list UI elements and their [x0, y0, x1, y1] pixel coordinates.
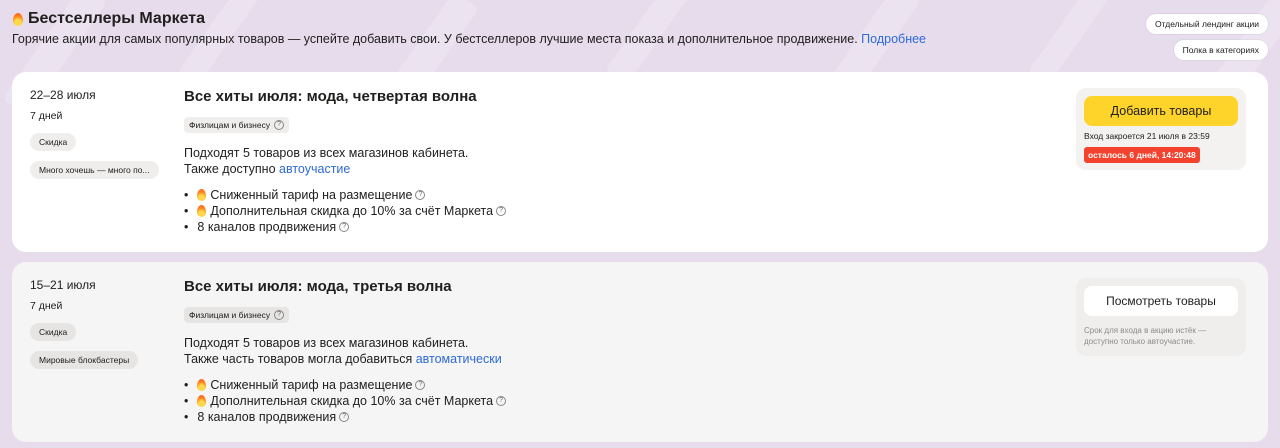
promo-duration: 7 дней	[30, 300, 63, 312]
help-icon[interactable]: ?	[496, 396, 507, 406]
flame-icon	[12, 12, 24, 27]
promo-tag: Скидка	[30, 133, 77, 151]
benefit-label: Дополнительная скидка до 10% за счёт Мар…	[210, 204, 494, 218]
promo-dates: 15–21 июля	[30, 278, 96, 292]
promo-info: Все хиты июля: мода, третья волна Физлиц…	[184, 278, 884, 425]
page-subtitle: Горячие акции для самых популярных товар…	[12, 32, 1012, 46]
flame-icon	[197, 188, 207, 202]
benefit-label: Дополнительная скидка до 10% за счёт Мар…	[210, 394, 494, 408]
category-shelf-button[interactable]: Полка в категориях	[1173, 40, 1268, 60]
promo-description: Подходят 5 товаров из всех магазинов каб…	[184, 145, 884, 177]
audience-badge: Физлицам и бизнесу ?	[184, 307, 290, 323]
entry-expired-note: Срок для входа в акцию истёк — доступно …	[1084, 326, 1207, 346]
benefit-label: Сниженный тариф на размещение	[210, 378, 413, 392]
promo-info: Все хиты июля: мода, четвертая волна Физ…	[184, 88, 884, 235]
benefit-item: Сниженный тариф на размещение ?	[184, 187, 884, 203]
autoparticipation-link[interactable]: автоучастие	[279, 162, 350, 176]
promo-action-panel: Посмотреть товары Срок для входа в акцию…	[1076, 278, 1246, 356]
description-line: Также часть товаров могла добавиться авт…	[184, 351, 884, 367]
benefit-label: 8 каналов продвижения	[197, 410, 337, 424]
promo-duration: 7 дней	[30, 110, 63, 122]
promo-title: Все хиты июля: мода, четвертая волна	[184, 88, 477, 105]
entry-deadline: Вход закроется 21 июля в 23:59	[1084, 131, 1210, 141]
benefit-label: 8 каналов продвижения	[197, 220, 337, 234]
promo-tag: Много хочешь — много по...	[30, 161, 159, 179]
promo-tag: Мировые блокбастеры	[30, 351, 139, 369]
help-icon[interactable]: ?	[496, 206, 507, 216]
side-buttons: Отдельный лендинг акции Полка в категори…	[1146, 14, 1268, 60]
view-products-button[interactable]: Посмотреть товары	[1084, 286, 1238, 316]
help-icon[interactable]: ?	[274, 120, 285, 130]
promo-meta: 15–21 июля 7 дней Скидка Мировые блокбас…	[30, 278, 180, 369]
help-icon[interactable]: ?	[415, 190, 426, 200]
benefit-item: Дополнительная скидка до 10% за счёт Мар…	[184, 393, 884, 409]
help-icon[interactable]: ?	[274, 310, 285, 320]
audience-label: Физлицам и бизнесу	[189, 310, 271, 320]
description-line: Также доступно автоучастие	[184, 161, 884, 177]
benefits-list: Сниженный тариф на размещение ? Дополнит…	[184, 377, 884, 425]
auto-added-link[interactable]: автоматически	[416, 352, 502, 366]
promo-dates: 22–28 июля	[30, 88, 96, 102]
flame-icon	[197, 378, 207, 392]
promo-action-panel: Добавить товары Вход закроется 21 июля в…	[1076, 88, 1246, 170]
help-icon[interactable]: ?	[415, 380, 426, 390]
audience-label: Физлицам и бизнесу	[189, 120, 271, 130]
audience-badge: Физлицам и бизнесу ?	[184, 117, 290, 133]
promo-title: Все хиты июля: мода, третья волна	[184, 278, 452, 295]
landing-button[interactable]: Отдельный лендинг акции	[1146, 14, 1268, 34]
benefit-label: Сниженный тариф на размещение	[210, 188, 413, 202]
description-prefix: Также часть товаров могла добавиться	[184, 352, 413, 366]
help-icon[interactable]: ?	[339, 222, 350, 232]
help-icon[interactable]: ?	[339, 412, 350, 422]
subtitle-text: Горячие акции для самых популярных товар…	[12, 32, 858, 46]
benefit-item: 8 каналов продвижения ?	[184, 409, 884, 425]
page-header: Бестселлеры Маркета Горячие акции для са…	[12, 8, 1012, 46]
page-title: Бестселлеры Маркета	[28, 10, 206, 27]
promo-card[interactable]: 15–21 июля 7 дней Скидка Мировые блокбас…	[12, 262, 1268, 442]
more-link[interactable]: Подробнее	[861, 32, 926, 46]
benefit-item: 8 каналов продвижения ?	[184, 219, 884, 235]
benefits-list: Сниженный тариф на размещение ? Дополнит…	[184, 187, 884, 235]
promo-tag: Скидка	[30, 323, 77, 341]
promo-card[interactable]: 22–28 июля 7 дней Скидка Много хочешь — …	[12, 72, 1268, 252]
promo-description: Подходят 5 товаров из всех магазинов каб…	[184, 335, 884, 367]
flame-icon	[197, 394, 207, 408]
benefit-item: Дополнительная скидка до 10% за счёт Мар…	[184, 203, 884, 219]
description-line: Подходят 5 товаров из всех магазинов каб…	[184, 146, 469, 160]
countdown-badge: осталось 6 дней, 14:20:48	[1084, 147, 1200, 163]
add-products-button[interactable]: Добавить товары	[1084, 96, 1238, 126]
promo-meta: 22–28 июля 7 дней Скидка Много хочешь — …	[30, 88, 180, 179]
benefit-item: Сниженный тариф на размещение ?	[184, 377, 884, 393]
flame-icon	[197, 204, 207, 218]
description-line: Подходят 5 товаров из всех магазинов каб…	[184, 336, 469, 350]
description-prefix: Также доступно	[184, 162, 276, 176]
